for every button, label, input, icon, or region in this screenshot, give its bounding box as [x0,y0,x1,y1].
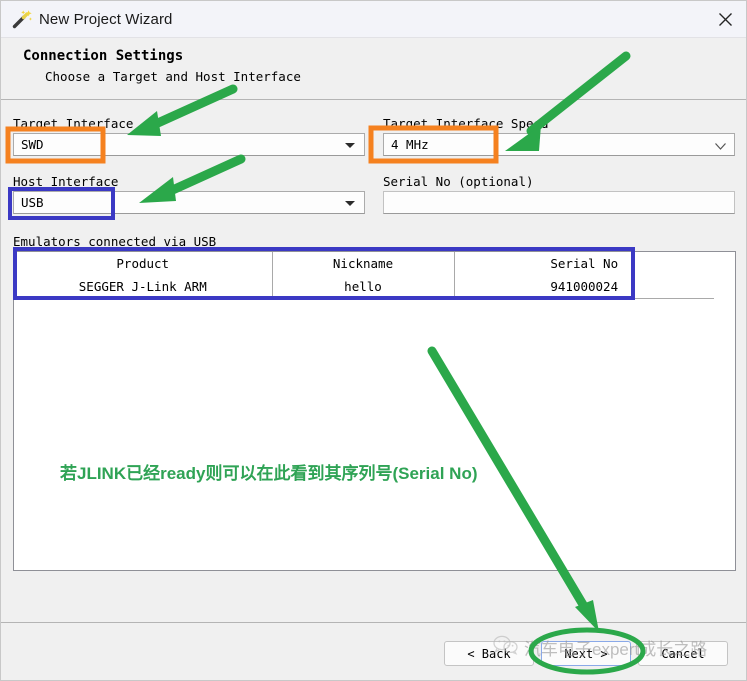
wizard-header: Connection Settings Choose a Target and … [1,38,746,100]
column-header-serial-no: Serial No [454,252,714,275]
column-header-nickname: Nickname [272,252,455,275]
cell-serial-no: 941000024 [454,275,714,299]
table-header-row: Product Nickname Serial No [14,252,714,275]
host-interface-label: Host Interface [13,174,119,189]
table-row[interactable]: SEGGER J-Link ARM hello 941000024 [14,275,714,299]
chevron-down-icon [345,200,355,206]
window-title: New Project Wizard [39,10,173,28]
cancel-button[interactable]: Cancel [638,641,728,666]
annotation-note-text: 若JLINK已经ready则可以在此看到其序列号(Serial No) [60,464,478,483]
back-button[interactable]: < Back [444,641,534,666]
next-button[interactable]: Next > [541,641,631,666]
target-interface-value: SWD [21,137,44,152]
page-title: Connection Settings [23,48,184,64]
chevron-down-icon [345,142,355,148]
page-subtitle: Choose a Target and Host Interface [45,69,301,84]
serial-no-input[interactable] [383,191,735,214]
column-header-product: Product [14,252,273,275]
cell-product: SEGGER J-Link ARM [14,275,273,299]
target-interface-speed-value: 4 MHz [391,137,429,152]
emulators-table: Product Nickname Serial No SEGGER J-Link… [14,252,714,299]
magic-wand-icon [11,8,33,30]
wizard-body: Target Interface SWD Target Interface Sp… [1,101,746,622]
emulators-list-panel[interactable]: Product Nickname Serial No SEGGER J-Link… [13,251,736,571]
target-interface-label: Target Interface [13,116,134,131]
host-interface-select[interactable]: USB [13,191,365,214]
new-project-wizard-dialog: New Project Wizard Connection Settings C… [0,0,747,681]
chevron-down-icon [714,139,727,157]
target-interface-speed-label: Target Interface Speed [383,116,549,131]
serial-no-label: Serial No (optional) [383,174,534,189]
close-icon [718,13,732,26]
host-interface-value: USB [21,195,44,210]
cell-nickname: hello [272,275,455,299]
close-button[interactable] [702,1,746,38]
title-bar: New Project Wizard [1,1,746,38]
target-interface-speed-select[interactable]: 4 MHz [383,133,735,156]
wizard-footer: < Back Next > Cancel [1,622,746,680]
target-interface-select[interactable]: SWD [13,133,365,156]
emulators-label: Emulators connected via USB [13,234,217,249]
